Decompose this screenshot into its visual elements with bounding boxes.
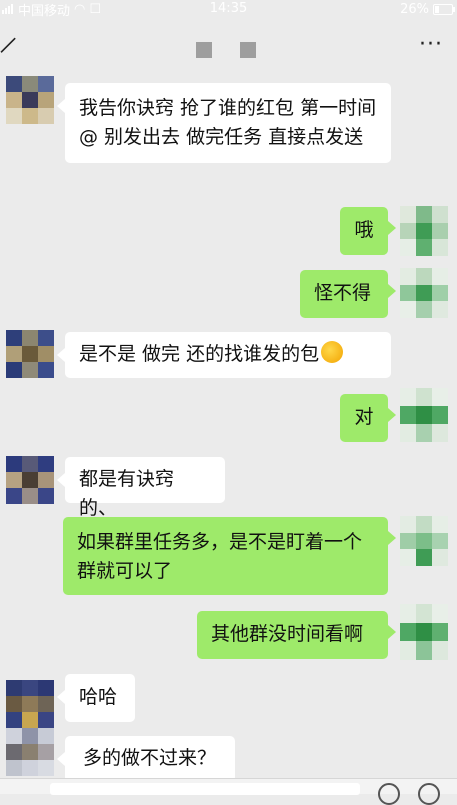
message-bubble-sent[interactable]: 其他群没时间看啊 xyxy=(197,611,396,659)
message-text: 多的做不过来？ xyxy=(83,747,217,769)
message-bubble-received[interactable]: 哈哈 xyxy=(57,674,135,722)
message-text: 哦 xyxy=(354,219,374,241)
redacted-block xyxy=(196,42,212,58)
my-avatar[interactable] xyxy=(400,516,448,566)
back-arrow-icon[interactable]: | xyxy=(0,33,20,55)
message-text: 是不是 做完 还的找谁发的包 xyxy=(79,343,320,365)
message-bubble-sent[interactable]: 怪不得 xyxy=(300,270,396,318)
message-text: 哈哈 xyxy=(79,686,118,708)
battery-icon xyxy=(433,3,455,15)
message-input[interactable] xyxy=(50,783,360,795)
my-avatar[interactable] xyxy=(400,206,448,256)
message-bubble-sent[interactable]: 对 xyxy=(340,394,396,442)
contact-avatar[interactable] xyxy=(6,680,54,728)
message-bubble-received[interactable]: 多的做不过来？ xyxy=(57,736,235,782)
message-text: 怪不得 xyxy=(314,282,372,304)
input-bar xyxy=(0,778,457,805)
add-icon[interactable] xyxy=(418,783,440,805)
message-bubble-sent[interactable]: 如果群里任务多，是不是盯着一个群就可以了 xyxy=(63,517,396,595)
message-bubble-received[interactable]: 是不是 做完 还的找谁发的包 xyxy=(57,332,391,378)
message-bubble-received[interactable]: 我告你诀窍 抢了谁的红包 第一时间@ 别发出去 做完任务 直接点发送 xyxy=(57,83,391,163)
emoji-icon[interactable] xyxy=(378,783,400,805)
status-bar: 中国移动 ◠ ☐ 14:35 26% xyxy=(0,0,457,19)
message-text: 我告你诀窍 抢了谁的红包 第一时间@ 别发出去 做完任务 直接点发送 xyxy=(79,97,377,148)
message-text: 都是有诀窍的、 xyxy=(79,468,175,519)
my-avatar[interactable] xyxy=(400,604,448,660)
my-avatar[interactable] xyxy=(400,268,448,318)
status-right: 26% xyxy=(400,0,455,18)
contact-avatar[interactable] xyxy=(6,456,54,504)
message-text: 其他群没时间看啊 xyxy=(211,623,364,645)
my-avatar[interactable] xyxy=(400,388,448,442)
redacted-block xyxy=(240,42,256,58)
chat-header: | ··· xyxy=(0,18,457,76)
contact-avatar[interactable] xyxy=(6,728,54,776)
chat-title-redacted xyxy=(196,42,256,58)
more-options-icon[interactable]: ··· xyxy=(419,32,443,57)
status-time: 14:35 xyxy=(209,1,248,16)
crying-laughing-emoji-icon xyxy=(321,341,344,363)
message-bubble-received[interactable]: 都是有诀窍的、 xyxy=(57,457,225,519)
message-text: 对 xyxy=(354,406,374,428)
message-text: 如果群里任务多，是不是盯着一个群就可以了 xyxy=(77,531,363,582)
contact-avatar[interactable] xyxy=(6,330,54,378)
battery-percent: 26% xyxy=(400,1,429,17)
message-bubble-sent[interactable]: 哦 xyxy=(340,207,396,255)
contact-avatar[interactable] xyxy=(6,76,54,124)
